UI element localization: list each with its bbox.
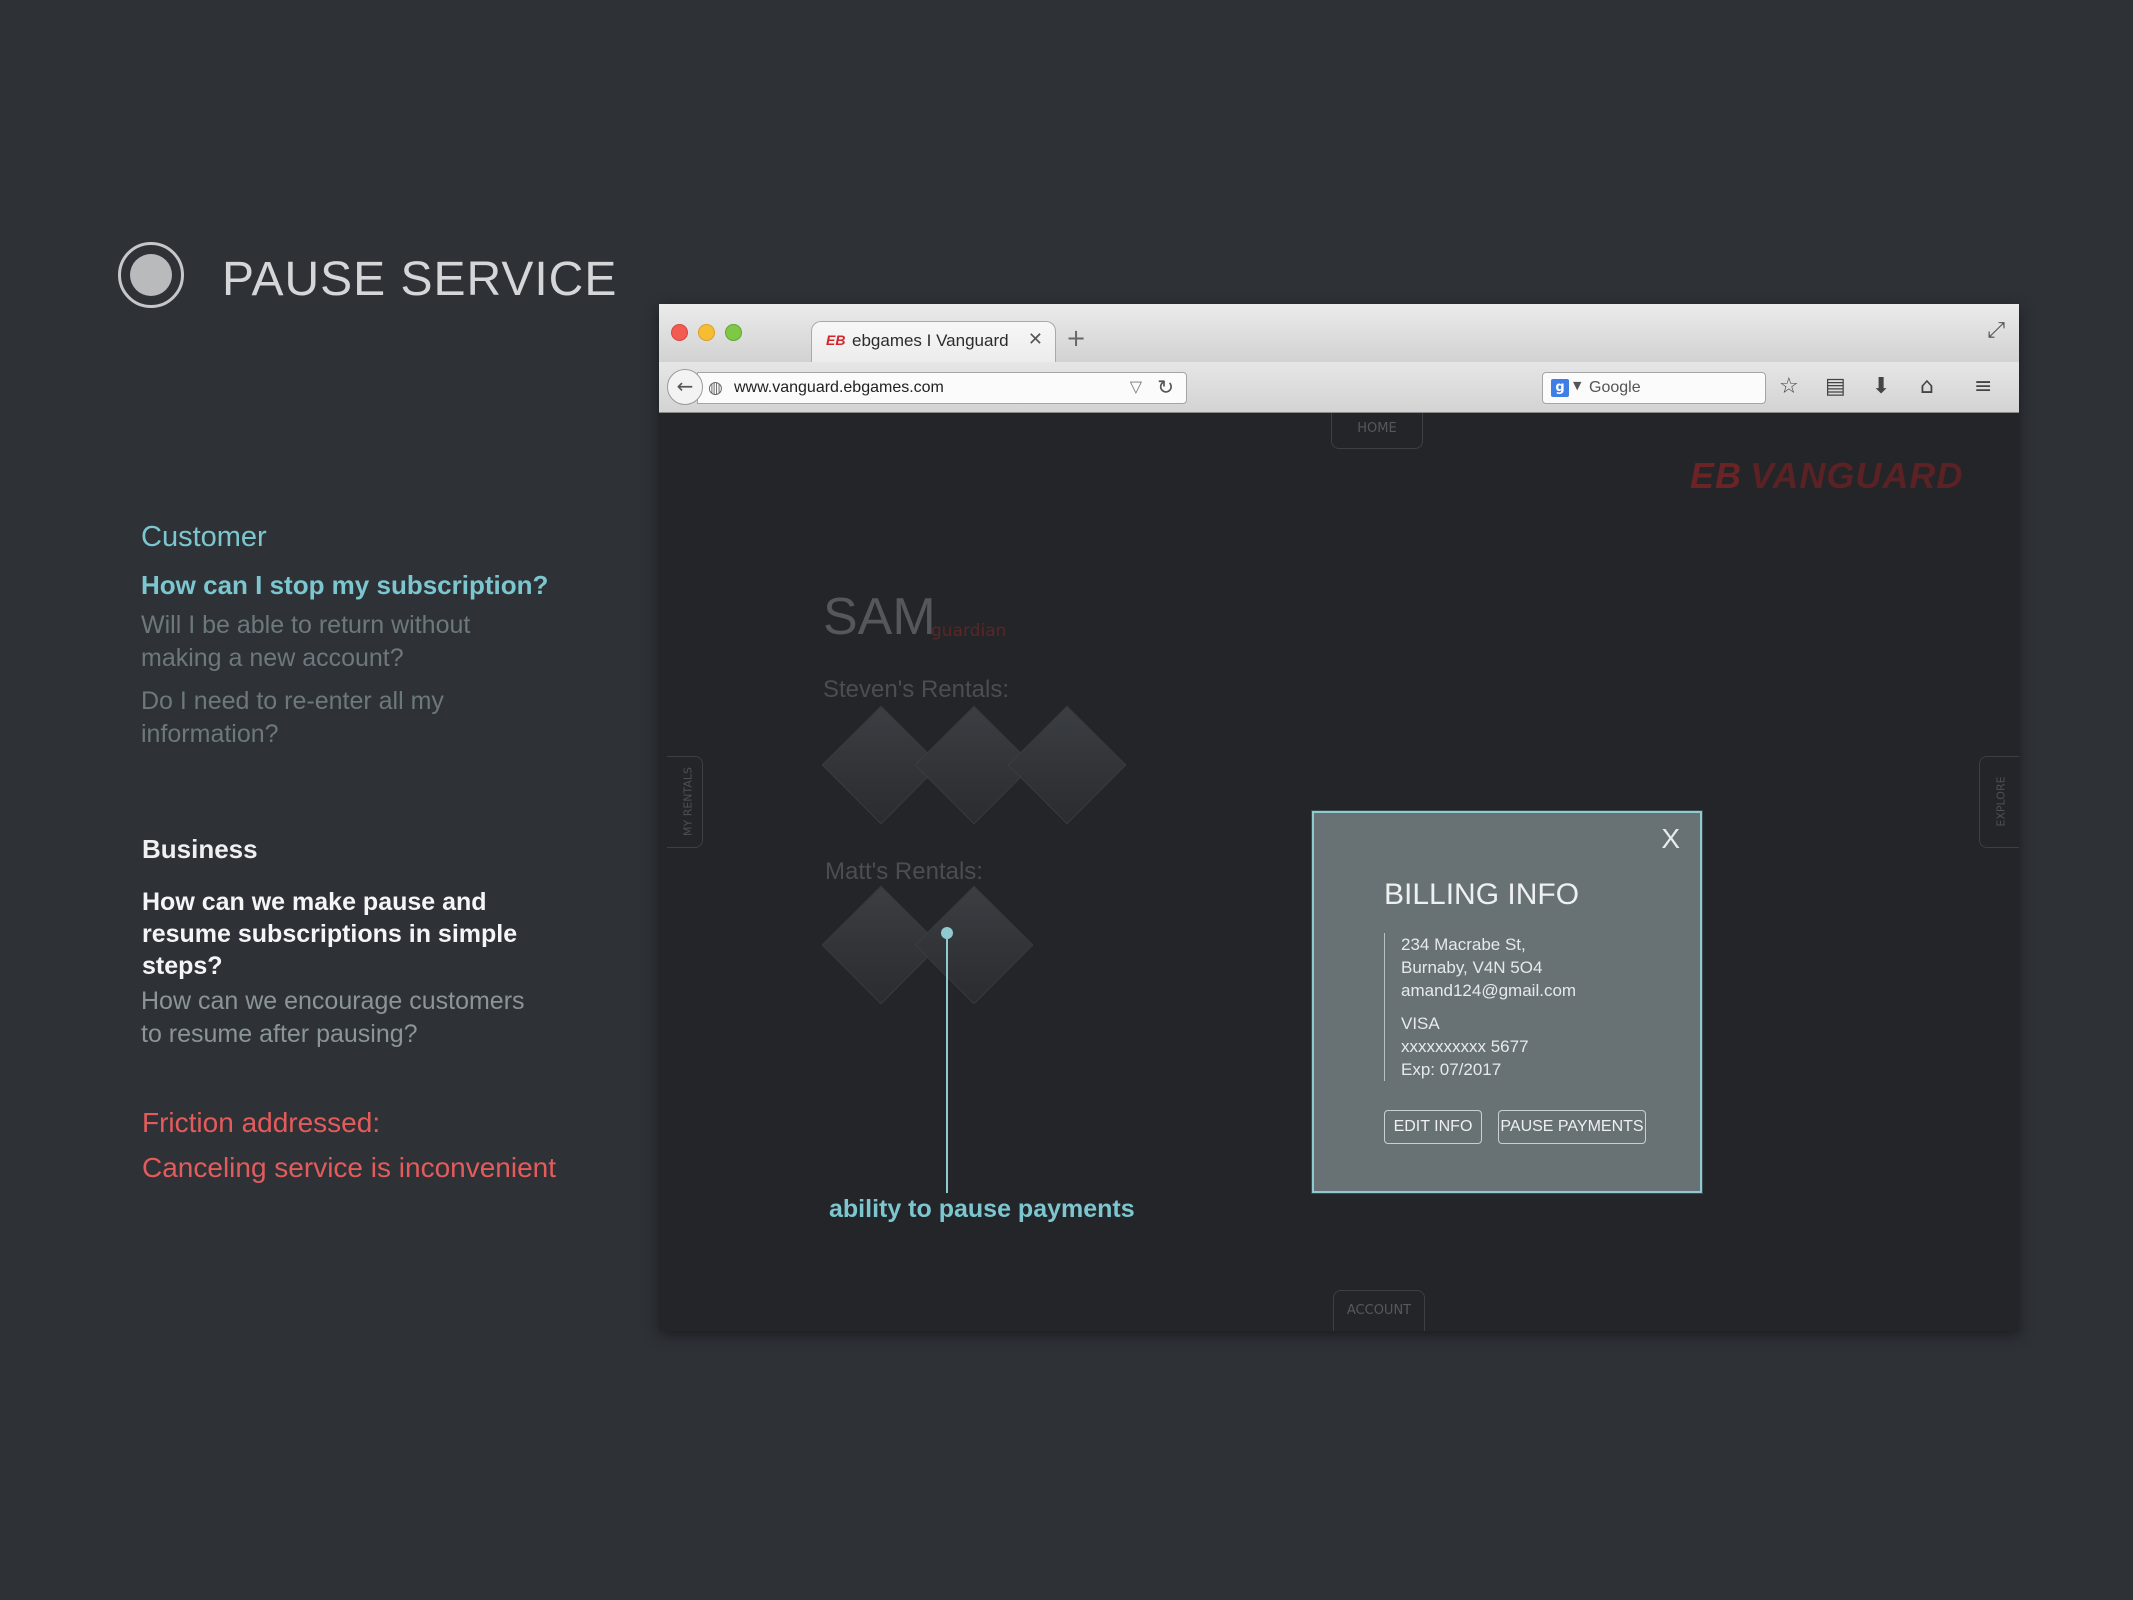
side-tab-left-label: MY RENTALS: [681, 766, 695, 837]
rental-thumbnail[interactable]: [914, 885, 1034, 1005]
browser-window: EB ebgames I Vanguard ✕ + ⤢ ◍ www.vangua…: [659, 304, 2019, 1331]
modal-close-button[interactable]: X: [1661, 823, 1680, 855]
card-type: VISA: [1401, 1014, 1440, 1033]
business-primary-question: How can we make pause and resume subscri…: [142, 888, 518, 980]
customer-question: Do I need to re-enter all my information…: [141, 687, 444, 748]
brand-prefix: EB: [1690, 455, 1743, 496]
new-tab-button[interactable]: +: [1066, 324, 1086, 352]
home-tab[interactable]: HOME: [1331, 413, 1423, 449]
zoom-window-button[interactable]: [725, 324, 742, 341]
user-name: SAM: [823, 588, 936, 646]
vanguard-logo: EB VANGUARD: [1690, 455, 1963, 497]
downloads-icon[interactable]: ⬇: [1872, 374, 1890, 399]
side-tab-explore[interactable]: EXPLORE: [1979, 756, 2019, 848]
home-icon[interactable]: ⌂: [1920, 374, 1934, 399]
edit-info-button[interactable]: EDIT INFO: [1384, 1110, 1482, 1144]
friction-text: Canceling service is inconvenient: [142, 1152, 556, 1183]
reload-icon[interactable]: ↻: [1157, 375, 1174, 399]
back-button[interactable]: ←: [667, 369, 703, 405]
tab-title: ebgames I Vanguard: [852, 331, 1009, 350]
google-icon: g: [1551, 379, 1569, 397]
customer-question: Will I be able to return without making …: [141, 611, 471, 672]
eb-logo-icon: EB: [826, 332, 846, 348]
address-line: Burnaby, V4N 5O4: [1401, 958, 1543, 977]
browser-navbar: ◍ www.vanguard.ebgames.com ▽ ↻ ← g ▼ Goo…: [659, 362, 2019, 413]
tab-close-icon[interactable]: ✕: [1028, 329, 1043, 350]
reading-list-icon[interactable]: ▤: [1825, 374, 1846, 399]
card-expiry: Exp: 07/2017: [1401, 1060, 1502, 1079]
globe-icon: ◍: [708, 378, 723, 398]
browser-tab[interactable]: EB ebgames I Vanguard ✕: [811, 321, 1056, 362]
billing-info-modal: X BILLING INFO 234 Macrabe St, Burnaby, …: [1312, 811, 1702, 1193]
business-heading: Business: [142, 834, 258, 864]
menu-icon[interactable]: ≡: [1974, 374, 1992, 399]
user-role: guardian: [931, 621, 1007, 641]
side-tab-explore-label: EXPLORE: [1994, 776, 2008, 827]
search-engine-dropdown-icon[interactable]: ▼: [1573, 379, 1581, 392]
history-dropdown-icon[interactable]: ▽: [1130, 377, 1142, 396]
customer-primary-question: How can I stop my subscription?: [141, 570, 549, 600]
slide-title: PAUSE SERVICE: [222, 253, 618, 306]
side-tab-left[interactable]: MY RENTALS: [667, 756, 703, 848]
rental-thumbnail[interactable]: [1007, 705, 1127, 825]
web-page: HOME EB VANGUARD MY RENTALS EXPLORE SAM g…: [659, 413, 2019, 1331]
close-window-button[interactable]: [671, 324, 688, 341]
card-number: xxxxxxxxxx 5677: [1401, 1037, 1529, 1056]
minimize-window-button[interactable]: [698, 324, 715, 341]
rentals-heading: Matt's Rentals:: [825, 858, 983, 885]
bookmark-star-icon[interactable]: ☆: [1779, 374, 1799, 399]
address-line: 234 Macrabe St,: [1401, 935, 1526, 954]
callout-label: ability to pause payments: [829, 1195, 1135, 1223]
browser-titlebar: EB ebgames I Vanguard ✕ + ⤢: [659, 304, 2019, 363]
business-question: How can we encourage customers to resume…: [141, 987, 525, 1048]
search-placeholder: Google: [1589, 379, 1641, 396]
url-bar[interactable]: ◍ www.vanguard.ebgames.com ▽ ↻: [697, 372, 1187, 404]
account-tab[interactable]: ACCOUNT: [1333, 1290, 1425, 1331]
email-line: amand124@gmail.com: [1401, 981, 1577, 1000]
pause-payments-button[interactable]: PAUSE PAYMENTS: [1498, 1110, 1646, 1144]
friction-label: Friction addressed:: [142, 1107, 381, 1138]
modal-title: BILLING INFO: [1384, 878, 1580, 911]
billing-details: 234 Macrabe St, Burnaby, V4N 5O4 amand12…: [1384, 933, 1576, 1081]
customer-heading: Customer: [141, 521, 267, 553]
search-input[interactable]: g ▼ Google: [1542, 372, 1766, 404]
brand-name: VANGUARD: [1750, 455, 1964, 496]
fullscreen-icon[interactable]: ⤢: [1987, 318, 2005, 343]
rentals-heading: Steven's Rentals:: [823, 676, 1010, 703]
pause-service-circle-icon: [118, 242, 184, 308]
url-text: www.vanguard.ebgames.com: [734, 379, 944, 396]
callout-line: [946, 937, 948, 1193]
